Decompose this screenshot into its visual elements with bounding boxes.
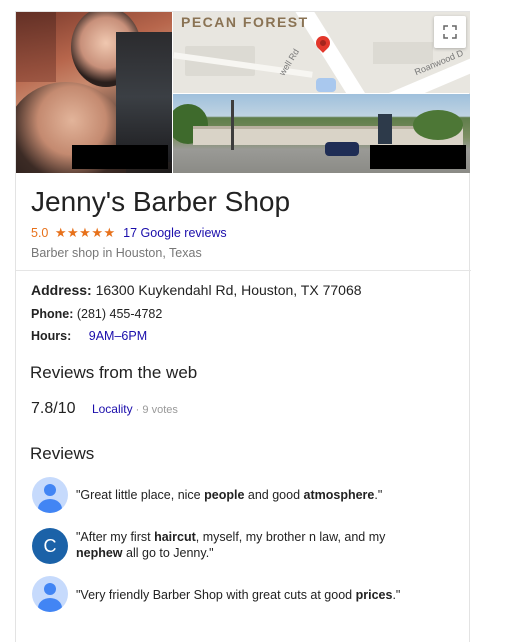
web-score-line: 7.8/10 Locality · 9 votes [31, 400, 178, 418]
person-icon [32, 576, 68, 612]
address-label: Address: [31, 282, 92, 298]
map-place-label: PECAN FOREST [181, 14, 309, 30]
expand-map-button[interactable] [434, 16, 466, 48]
expand-icon [443, 25, 457, 39]
google-reviews-link[interactable]: 17 Google reviews [123, 226, 227, 240]
redaction-box [370, 145, 466, 169]
web-reviews-heading: Reviews from the web [30, 363, 198, 382]
hours-row: Hours: 9AM–6PM [31, 329, 147, 343]
business-name: Jenny's Barber Shop [31, 186, 291, 217]
review-text: "Very friendly Barber Shop with great cu… [76, 588, 401, 602]
locality-link[interactable]: Locality [92, 402, 133, 416]
review-text: "After my first haircut, myself, my brot… [76, 530, 386, 560]
avatar: C [32, 528, 68, 564]
person-icon [32, 477, 68, 513]
phone-row: Phone: (281) 455-4782 [31, 307, 162, 321]
review-text: "Great little place, nice people and goo… [76, 488, 383, 502]
phone-value[interactable]: (281) 455-4782 [77, 307, 162, 321]
divider [16, 270, 471, 271]
redaction-box [72, 145, 168, 169]
web-score-value: 7.8/10 [31, 400, 76, 417]
rating-line: 5.0 ★★★★★ 17 Google reviews [31, 225, 227, 241]
business-category: Barber shop in Houston, Texas [31, 246, 202, 260]
hours-label: Hours: [31, 329, 72, 343]
rating-value: 5.0 [31, 226, 49, 240]
address-value[interactable]: 16300 Kuykendahl Rd, Houston, TX 77068 [96, 282, 362, 298]
knowledge-panel: PECAN FOREST well Rd Roanwood D Jenny's … [15, 11, 471, 642]
star-rating-icon: ★★★★★ [54, 225, 116, 240]
address-row: Address: 16300 Kuykendahl Rd, Houston, T… [31, 282, 362, 298]
vote-count: · 9 votes [132, 404, 178, 416]
map-thumbnail[interactable]: PECAN FOREST well Rd Roanwood D [173, 12, 470, 93]
phone-label: Phone: [31, 307, 74, 321]
reviews-heading: Reviews [30, 444, 95, 463]
hours-value-link[interactable]: 9AM–6PM [89, 329, 147, 343]
